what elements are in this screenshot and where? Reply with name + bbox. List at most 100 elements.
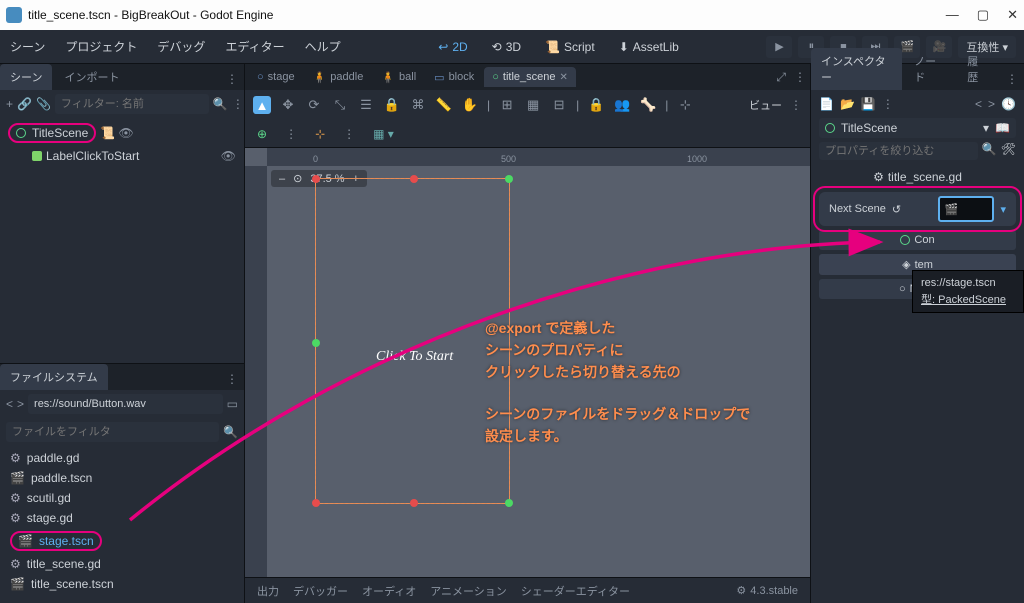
save-resource-icon[interactable]: 💾 (861, 97, 876, 111)
bottom-audio[interactable]: オーディオ (362, 583, 416, 599)
select-tool-icon[interactable]: ▲ (253, 96, 271, 114)
tab-inspector[interactable]: インスペクター (811, 48, 902, 90)
mode-script[interactable]: 📜 Script (535, 36, 605, 58)
visibility-toggle-icon[interactable]: 👁 (221, 149, 236, 163)
fs-panel-menu-icon[interactable]: ⋮ (220, 368, 244, 390)
menu-debug[interactable]: デバッグ (147, 32, 215, 61)
maximize-button[interactable]: ▢ (977, 7, 989, 23)
filter-settings-icon[interactable]: 🛠 (1001, 142, 1016, 160)
fs-path-field[interactable]: res://sound/Button.wav (28, 394, 223, 414)
link-node-icon[interactable]: 🔗 (17, 97, 32, 111)
filter-search-icon[interactable]: 🔍 (982, 142, 997, 160)
bottom-shader[interactable]: シェーダーエディター (521, 583, 630, 599)
bottom-animation[interactable]: アニメーション (430, 583, 507, 599)
file-row[interactable]: 🎬stage.tscn (8, 528, 236, 554)
anchor-icon[interactable]: ⊹ (676, 96, 694, 114)
fs-layout-icon[interactable]: ▭ (227, 397, 238, 411)
open-resource-icon[interactable]: 📂 (840, 97, 855, 111)
tab-scene[interactable]: シーン (0, 64, 52, 90)
handle-ml[interactable] (312, 339, 320, 347)
next-scene-field[interactable]: 🎬 (938, 196, 994, 222)
menu-help[interactable]: ヘルプ (295, 32, 351, 61)
mode-3d[interactable]: ⟲ 3D (482, 36, 531, 58)
play-button[interactable]: ▶ (766, 36, 792, 58)
search-icon[interactable]: 🔍 (213, 97, 228, 111)
history-fwd-icon[interactable]: > (988, 97, 995, 111)
group-tool-icon[interactable]: ⌘ (409, 96, 427, 114)
property-filter-input[interactable] (819, 142, 978, 160)
tab-filesystem[interactable]: ファイルシステム (0, 364, 108, 390)
rotate-tool-icon[interactable]: ⟳ (305, 96, 323, 114)
snap-tool-icon[interactable]: ⊞ (498, 96, 516, 114)
scene-panel-menu-icon[interactable]: ⋮ (220, 68, 244, 90)
file-row[interactable]: ⚙scutil.gd (8, 488, 236, 508)
nav-fwd-icon[interactable]: > (17, 397, 24, 411)
menu-scene[interactable]: シーン (0, 32, 55, 61)
mode-assetlib[interactable]: ⬇ AssetLib (609, 36, 689, 58)
file-row[interactable]: ⚙stage.gd (8, 508, 236, 528)
scene-filter-input[interactable] (55, 94, 209, 114)
history-menu-icon[interactable]: 🕓 (1001, 97, 1016, 111)
handle-bl[interactable] (312, 499, 320, 507)
menu-editor[interactable]: エディター (215, 32, 294, 61)
mode-2d[interactable]: ↩ 2D (428, 36, 477, 58)
scene-tabs-menu-icon[interactable]: ⋮ (794, 70, 806, 84)
file-row[interactable]: ⚙title_scene.gd (8, 554, 236, 574)
viewport-2d[interactable]: 0 500 1000 – ⊙ 37.5 % + (245, 148, 810, 577)
fs-filter-input[interactable] (6, 422, 219, 442)
script-header[interactable]: ⚙ title_scene.gd (811, 164, 1024, 190)
attach-script-icon[interactable]: 📎 (36, 97, 51, 111)
scene-root-node[interactable]: TitleScene 📜 👁 (4, 120, 138, 146)
handle-br[interactable] (505, 499, 513, 507)
scene-tab[interactable]: ○title_scene✕ (484, 67, 576, 87)
fs-search-icon[interactable]: 🔍 (223, 425, 238, 439)
minimize-button[interactable]: — (946, 7, 959, 23)
tab-import[interactable]: インポート (54, 64, 129, 90)
smartsnap-tool-icon[interactable]: ⊟ (550, 96, 568, 114)
grid-tool-icon[interactable]: ▦ (524, 96, 542, 114)
scene-child-node[interactable]: LabelClickToStart 👁 (4, 146, 240, 166)
tab-node[interactable]: ノード (904, 48, 955, 90)
pan-tool-icon[interactable]: ✋ (461, 96, 479, 114)
move-tool-icon[interactable]: ✥ (279, 96, 297, 114)
ruler-tool-icon[interactable]: 📏 (435, 96, 453, 114)
container-icon[interactable]: ▦ ▾ (373, 127, 394, 141)
scale-tool-icon[interactable]: ⤡ (331, 96, 349, 114)
lock2-icon[interactable]: 🔒 (587, 96, 605, 114)
file-row[interactable]: 🎬paddle.tscn (8, 468, 236, 488)
add-node-icon[interactable]: + (6, 97, 13, 111)
lock-tool-icon[interactable]: 🔒 (383, 96, 401, 114)
nav-back-icon[interactable]: < (6, 397, 13, 411)
handle-bm[interactable] (410, 499, 418, 507)
revert-icon[interactable]: ↺ (892, 203, 901, 216)
scene-tab[interactable]: 🧍paddle (305, 67, 372, 88)
scene-tab[interactable]: ○stage (249, 67, 303, 87)
view-menu[interactable]: ビュー (749, 97, 782, 113)
scene-tab[interactable]: ▭block (426, 67, 482, 88)
script-indicator-icon[interactable]: 📜 👁 (100, 126, 134, 140)
close-button[interactable]: ✕ (1007, 7, 1018, 23)
file-row[interactable]: ⚙paddle.gd (8, 448, 236, 468)
class-control-header[interactable]: Con (819, 230, 1016, 250)
file-row[interactable]: 🎬title_scene.tscn (8, 574, 236, 594)
scene-bounds[interactable]: Click To Start (315, 178, 510, 504)
add-icon[interactable]: ⊕ (257, 127, 267, 141)
bone-icon[interactable]: 🦴 (639, 96, 657, 114)
handle-tr[interactable] (505, 175, 513, 183)
tab-history[interactable]: 履歴 (957, 48, 998, 90)
scene-tab[interactable]: 🧍ball (373, 67, 424, 88)
inspected-object-select[interactable]: TitleScene ▾ 📖 (819, 118, 1016, 138)
list-tool-icon[interactable]: ☰ (357, 96, 375, 114)
group2-icon[interactable]: 👥 (613, 96, 631, 114)
bottom-debugger[interactable]: デバッガー (293, 583, 348, 599)
close-tab-icon[interactable]: ✕ (560, 72, 568, 83)
distraction-free-icon[interactable]: ⤢ (770, 70, 792, 85)
history-back-icon[interactable]: < (975, 97, 982, 111)
handle-tm[interactable] (410, 175, 418, 183)
menu-project[interactable]: プロジェクト (55, 32, 147, 61)
bottom-output[interactable]: 出力 (257, 583, 279, 599)
handle-tl[interactable] (312, 175, 320, 183)
anchor-preset-icon[interactable]: ⊹ (315, 127, 325, 141)
new-resource-icon[interactable]: 📄 (819, 97, 834, 111)
property-dropdown-icon[interactable]: ▾ (1000, 203, 1006, 216)
